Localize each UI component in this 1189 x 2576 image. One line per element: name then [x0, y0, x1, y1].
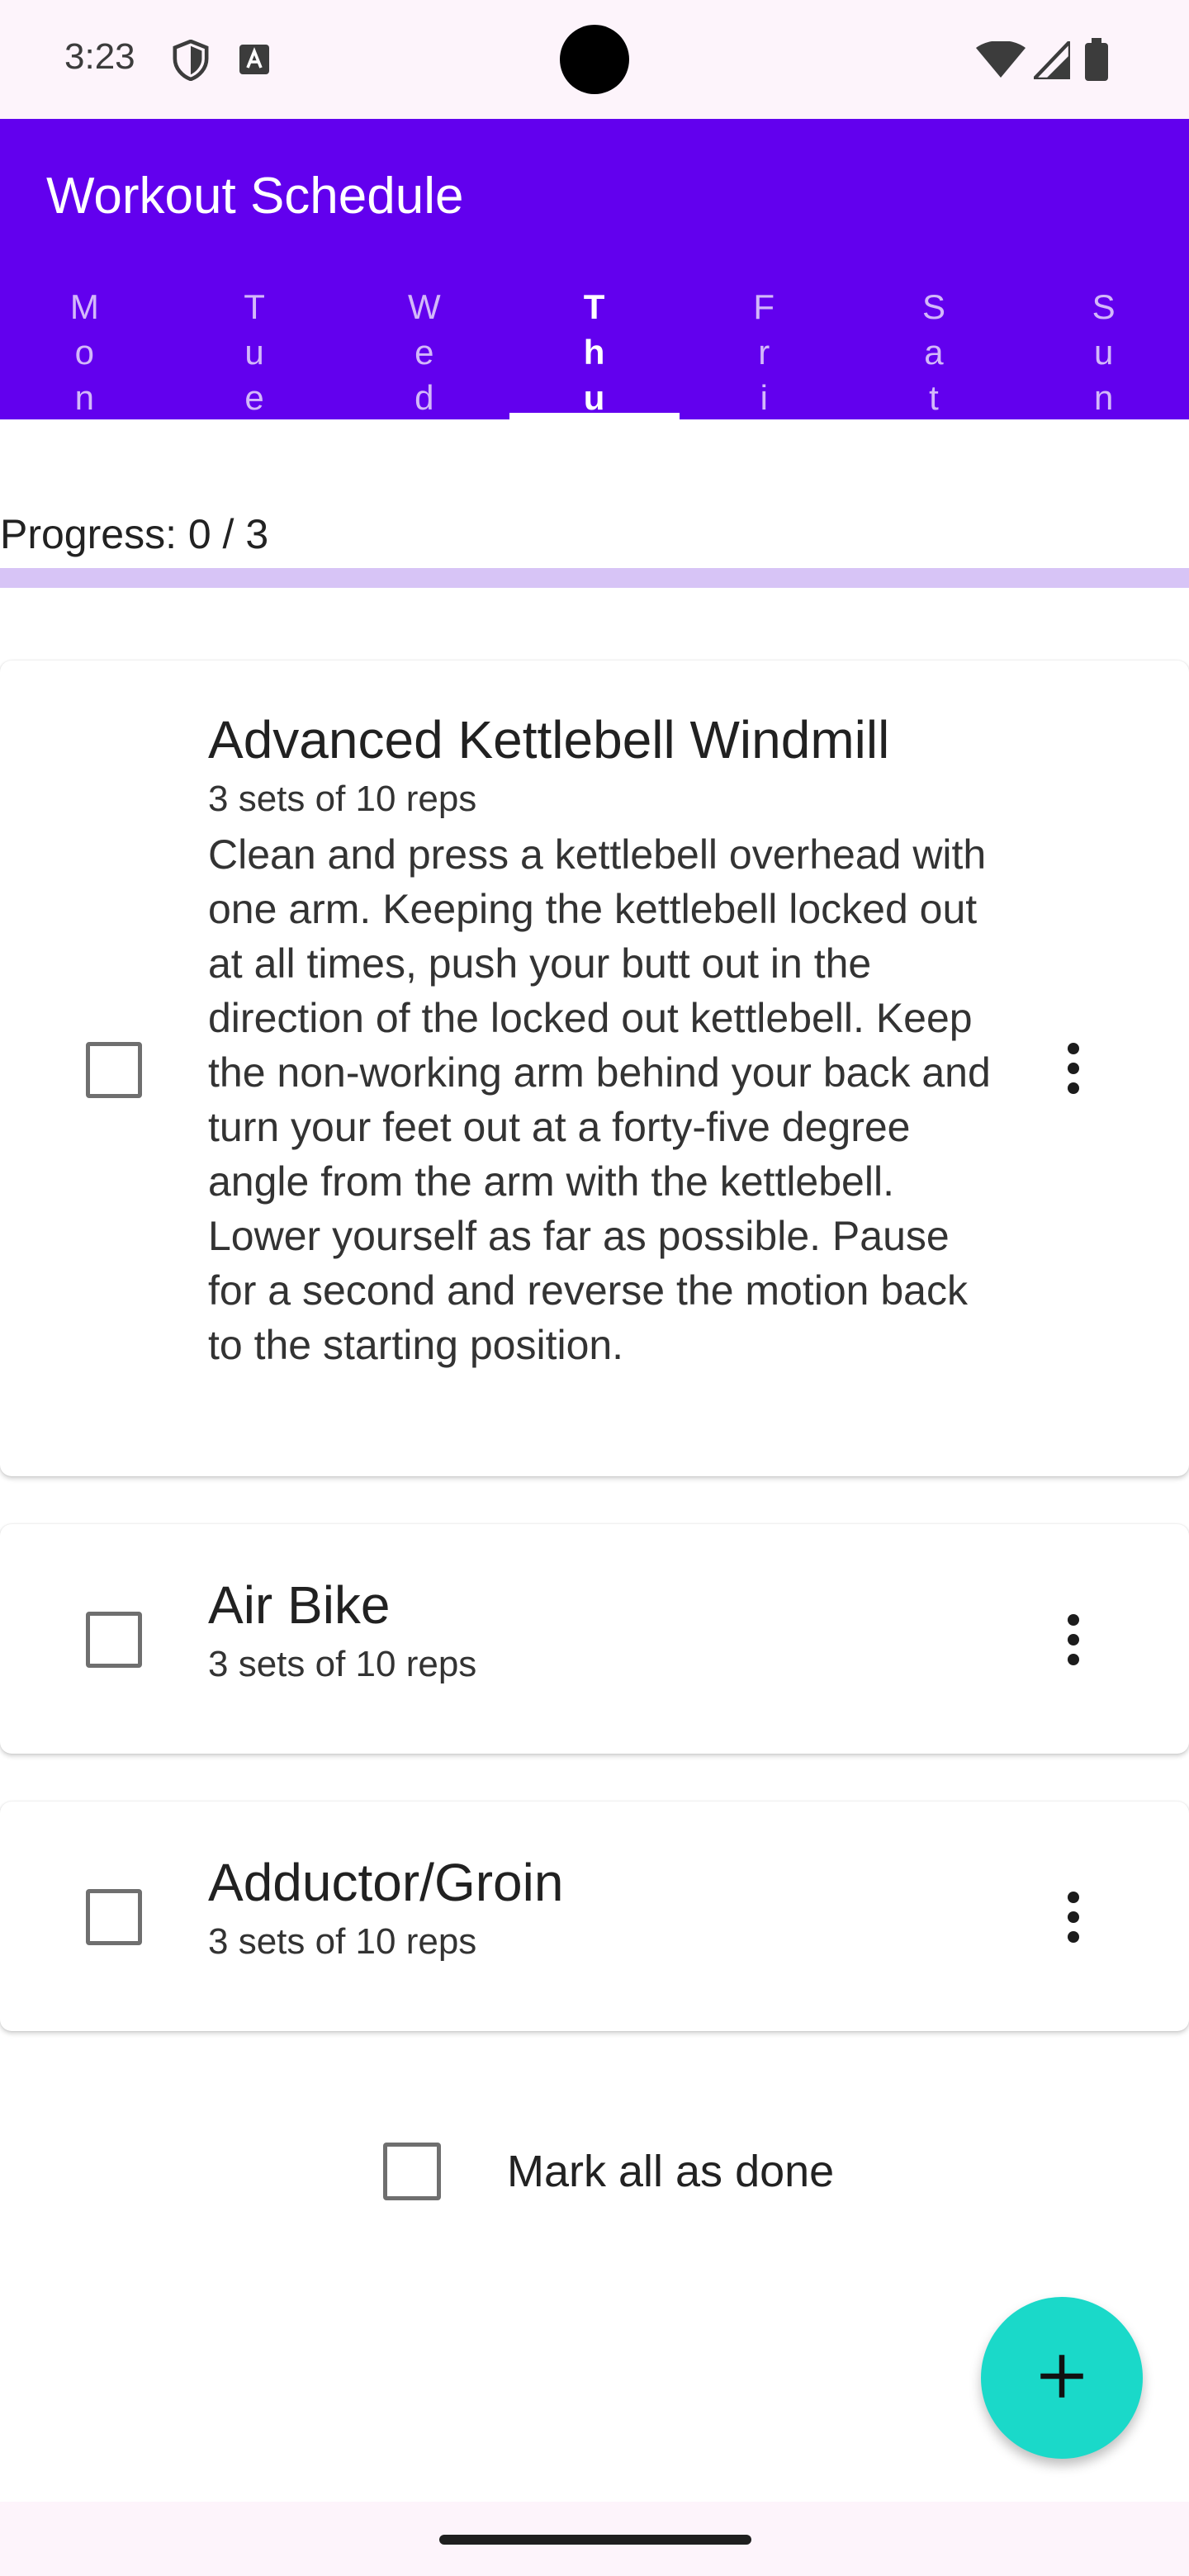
- tab-sun[interactable]: Sun: [1019, 281, 1189, 419]
- exercise-sets: 3 sets of 10 reps: [208, 1921, 477, 1962]
- exercise-content: Adductor/Groin 3 sets of 10 reps: [208, 1849, 1001, 1967]
- wifi-icon: [976, 40, 1026, 83]
- more-vert-icon[interactable]: [1054, 1029, 1093, 1108]
- battery-icon: [1085, 38, 1108, 85]
- cellular-signal-icon: [1029, 36, 1073, 83]
- tab-label: Wed: [407, 287, 442, 417]
- tab-label: Fri: [753, 287, 776, 417]
- keyboard-a-icon: [238, 43, 271, 80]
- status-time: 3:23: [64, 36, 135, 77]
- exercise-content: Advanced Kettlebell Windmill 3 sets of 1…: [208, 707, 1001, 1372]
- tab-wed[interactable]: Wed: [339, 281, 509, 419]
- exercise-checkbox[interactable]: [86, 1889, 142, 1945]
- exercise-title: Advanced Kettlebell Windmill: [208, 710, 890, 769]
- exercise-title: Adductor/Groin: [208, 1853, 564, 1912]
- exercise-checkbox[interactable]: [86, 1042, 142, 1098]
- mark-all-checkbox[interactable]: [383, 2143, 441, 2200]
- tab-label: Mon: [69, 287, 100, 417]
- exercise-card[interactable]: Adductor/Groin 3 sets of 10 reps: [0, 1802, 1189, 2031]
- app-bar: Workout Schedule Mon Tue Wed Thu Fri Sat Sun: [0, 119, 1189, 419]
- day-tabs: Mon Tue Wed Thu Fri Sat Sun: [0, 281, 1189, 419]
- tab-mon[interactable]: Mon: [0, 281, 170, 419]
- exercise-sets: 3 sets of 10 reps: [208, 1644, 477, 1684]
- more-vert-icon[interactable]: [1054, 1600, 1093, 1679]
- tab-thu[interactable]: Thu: [509, 281, 680, 419]
- tab-label: Sat: [921, 287, 946, 417]
- exercise-description: Clean and press a kettlebell overhead wi…: [208, 831, 991, 1368]
- shield-icon: [172, 39, 210, 85]
- app-screen: 3:23 Workout Schedule Mon Tue Wed Thu Fri Sat…: [0, 0, 1189, 2576]
- exercise-content: Air Bike 3 sets of 10 reps: [208, 1572, 1001, 1689]
- tab-tue[interactable]: Tue: [170, 281, 340, 419]
- exercise-card[interactable]: Advanced Kettlebell Windmill 3 sets of 1…: [0, 661, 1189, 1476]
- camera-cutout: [560, 25, 629, 94]
- exercise-card[interactable]: Air Bike 3 sets of 10 reps: [0, 1524, 1189, 1754]
- mark-all-label: Mark all as done: [507, 2147, 835, 2196]
- add-icon: [1037, 2351, 1087, 2405]
- mark-all-row[interactable]: Mark all as done: [383, 2142, 834, 2201]
- status-bar: 3:23: [0, 0, 1189, 119]
- tab-fri[interactable]: Fri: [680, 281, 850, 419]
- more-vert-icon[interactable]: [1054, 1878, 1093, 1957]
- tab-label: Tue: [244, 287, 266, 417]
- progress-bar: [0, 568, 1189, 588]
- exercise-sets: 3 sets of 10 reps: [208, 779, 477, 819]
- add-exercise-button[interactable]: [981, 2297, 1143, 2459]
- progress-label: Progress: 0 / 3: [0, 511, 269, 557]
- app-title: Workout Schedule: [46, 168, 464, 225]
- exercise-checkbox[interactable]: [86, 1612, 142, 1668]
- tab-label: Sun: [1092, 287, 1116, 417]
- home-gesture-handle[interactable]: [439, 2535, 751, 2545]
- tab-label: Thu: [583, 287, 606, 417]
- tab-sat[interactable]: Sat: [850, 281, 1020, 419]
- exercise-title: Air Bike: [208, 1575, 391, 1635]
